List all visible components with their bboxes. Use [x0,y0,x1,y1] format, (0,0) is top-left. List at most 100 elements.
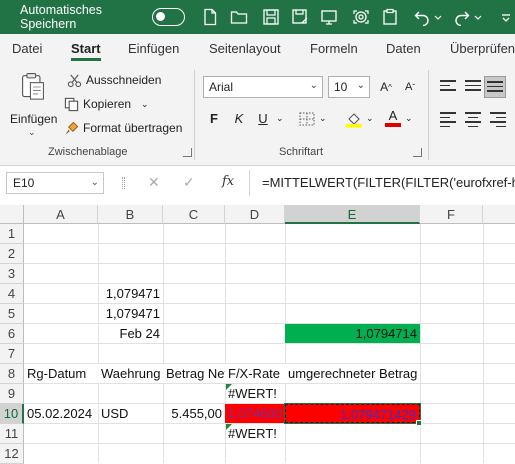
row-header-2[interactable]: 2 [0,244,24,264]
copy-label: Kopieren [83,97,132,111]
resize-handle[interactable] [122,177,125,189]
column-header-e[interactable]: E [285,205,420,224]
font-size-select[interactable]: 10 ⌄ [328,76,370,98]
cell-e10[interactable]: 1,079471429 [284,403,421,424]
screen-icon[interactable] [320,7,338,27]
format-painter-button[interactable]: Format übertragen [63,120,182,136]
paste-button[interactable]: Einfügen ⌄ [8,70,58,140]
insert-function-icon[interactable]: fx [222,174,234,189]
copy-icon [63,96,79,112]
row-header-1[interactable]: 1 [0,224,24,244]
row-header-12[interactable]: 12 [0,444,24,464]
row-header-7[interactable]: 7 [0,344,24,364]
cell-e8[interactable]: umgerechneter Betrag [285,364,420,383]
column-header-b[interactable]: B [98,205,163,224]
chevron-down-icon[interactable] [433,7,443,27]
tab-seitenlayout[interactable]: Seitenlayout [209,41,281,56]
cell-a8[interactable]: Rg-Datum [24,364,98,383]
chevron-down-icon[interactable]: ⌄ [319,113,327,124]
fill-color-icon[interactable] [345,110,363,128]
cell-d10[interactable]: 1,074600 [225,404,285,423]
cell-d11[interactable]: #WERT! [225,424,285,443]
redo-icon[interactable] [453,7,471,27]
underline-button[interactable]: U [254,108,272,128]
chevron-down-icon[interactable] [473,7,483,27]
font-color-icon[interactable]: A [384,108,402,128]
italic-button[interactable]: K [230,108,248,128]
cell-b8[interactable]: Waehrung [98,364,163,383]
cell-d8[interactable]: F/X-Rate [225,364,285,383]
formula-bar: E10 ⌄ ✕ ✓ fx =MITTELWERT(FILTER(FILTER('… [0,166,515,200]
row-header-3[interactable]: 3 [0,264,24,284]
font-name-select[interactable]: Arial ⌄ [203,76,323,98]
row-header-11[interactable]: 11 [0,424,24,444]
font-launcher-icon[interactable] [413,148,422,157]
row-header-5[interactable]: 5 [0,304,24,324]
customize-toolbar-icon[interactable] [497,7,515,27]
tab-start[interactable]: Start [71,41,101,61]
row-header-9[interactable]: 9 [0,384,24,404]
copy-button[interactable]: Kopieren ⌄ [63,96,149,112]
clipboard-icon[interactable] [381,7,399,27]
name-box[interactable]: E10 ⌄ [6,172,104,194]
chevron-down-icon[interactable]: ⌄ [405,113,413,124]
column-header-f[interactable]: F [420,205,483,224]
bold-button[interactable]: F [205,108,223,128]
row-header-6[interactable]: 6 [0,324,24,344]
align-middle-icon[interactable] [465,80,481,94]
cell-b4[interactable]: 1,079471 [98,284,163,303]
paste-label: Einfügen [10,112,58,126]
chevron-down-icon: ⌄ [356,80,365,91]
clipboard-group-label: Zwischenablage [48,146,128,158]
cell-e6[interactable]: 1,0794714 [285,324,420,343]
cell-c10[interactable]: 5.455,00 [163,404,225,423]
cancel-icon[interactable]: ✕ [148,174,160,191]
align-top-icon[interactable] [440,80,456,94]
align-bottom-button[interactable] [484,76,506,98]
confirm-icon[interactable]: ✓ [183,174,195,191]
borders-icon[interactable] [299,112,315,126]
column-header-c[interactable]: C [163,205,225,224]
increase-font-icon[interactable]: A ^ [376,77,396,97]
fill-handle[interactable] [416,420,422,426]
tab-datei[interactable]: Datei [12,41,42,56]
font-name-value: Arial [209,80,234,94]
cell-b6[interactable]: Feb 24 [98,324,163,343]
save-as-icon[interactable] [291,7,309,27]
paste-icon [22,73,44,100]
tab-einfuegen[interactable]: Einfügen [128,41,179,56]
save-icon[interactable] [262,7,280,27]
cell-b5[interactable]: 1,079471 [98,304,163,323]
align-bottom-icon [487,81,503,95]
decrease-font-icon[interactable]: Aˇ [400,77,420,97]
undo-icon[interactable] [413,7,431,27]
file-icon[interactable] [201,7,219,27]
row-header-8[interactable]: 8 [0,364,24,384]
cell-a10[interactable]: 05.02.2024 [24,404,98,423]
tab-ueberpruefen[interactable]: Überprüfen [450,41,515,56]
select-all-corner[interactable] [0,205,24,224]
cell-b10[interactable]: USD [98,404,163,423]
column-header-d[interactable]: D [225,205,285,224]
tab-daten[interactable]: Daten [386,41,421,56]
align-center-icon[interactable] [465,112,481,127]
cell-c8[interactable]: Betrag Netto [163,364,225,383]
chevron-down-icon[interactable]: ⌄ [276,113,284,124]
column-header-g[interactable] [483,205,515,224]
autosave-toggle[interactable] [151,8,185,26]
folder-icon[interactable] [230,7,248,27]
cell-d9[interactable]: #WERT! [225,384,285,403]
format-painter-label: Format übertragen [83,121,183,135]
scissors-icon [66,72,82,88]
tab-formeln[interactable]: Formeln [310,41,358,56]
camera-icon[interactable] [352,7,370,27]
row-header-10[interactable]: 10 [0,404,24,424]
row-header-4[interactable]: 4 [0,284,24,304]
align-right-icon[interactable] [490,112,506,127]
align-left-icon[interactable] [440,112,456,127]
formula-input[interactable]: =MITTELWERT(FILTER(FILTER('eurofxref-hi [262,172,515,194]
cut-button[interactable]: Ausschneiden [66,72,161,88]
clipboard-launcher-icon[interactable] [183,148,192,157]
chevron-down-icon[interactable]: ⌄ [366,113,374,124]
column-header-a[interactable]: A [24,205,98,224]
